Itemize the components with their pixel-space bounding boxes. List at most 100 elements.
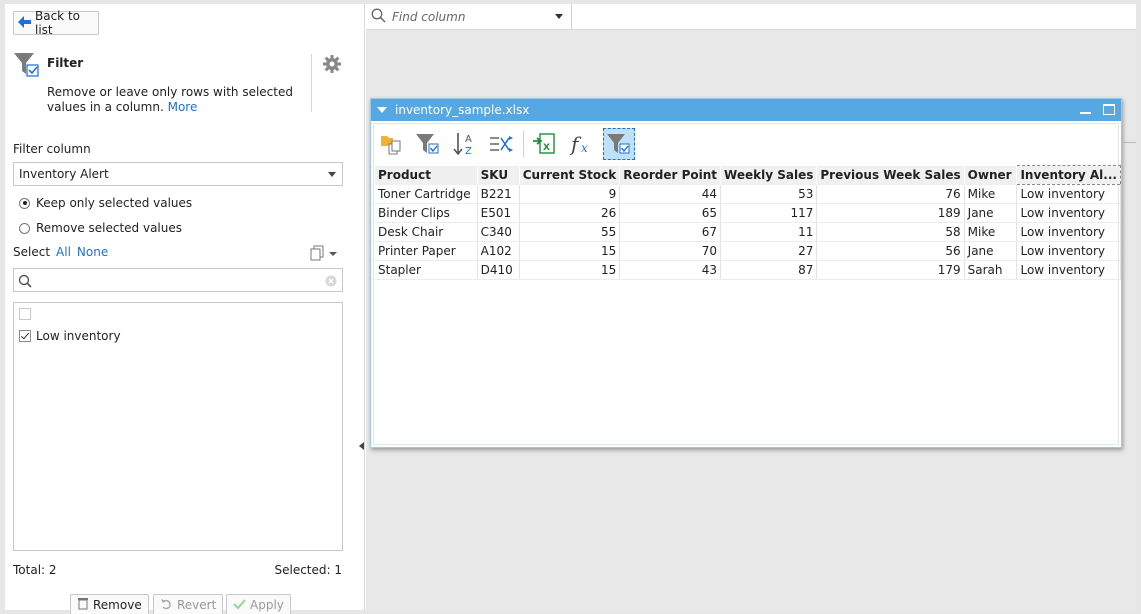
filter-title: Filter [47, 56, 84, 70]
table-cell[interactable]: 27 [720, 241, 818, 261]
column-header[interactable]: SKU [477, 165, 520, 185]
table-cell[interactable]: Jane [964, 241, 1018, 261]
back-to-list-label: Back to list [35, 9, 80, 37]
value-label: Low inventory [36, 329, 121, 343]
table-cell[interactable]: A102 [477, 241, 520, 261]
filter-tool-button[interactable] [412, 128, 444, 160]
table-row[interactable]: Stapler D410 15 43 87 179 Sarah Low inve… [375, 260, 1121, 280]
table-cell[interactable]: Sarah [964, 260, 1018, 280]
table-cell[interactable]: 26 [519, 203, 621, 223]
table-cell[interactable]: 9 [519, 184, 621, 204]
data-table[interactable]: Product SKU Current Stock Reorder Point … [375, 165, 1121, 280]
value-checkbox[interactable] [19, 308, 31, 320]
more-link[interactable]: More [168, 100, 198, 114]
table-cell[interactable]: Mike [964, 184, 1018, 204]
table-cell[interactable]: Low inventory [1016, 260, 1121, 280]
column-header[interactable]: Owner [964, 165, 1018, 185]
collapse-panel-icon[interactable] [359, 442, 364, 450]
apply-button[interactable]: Apply [226, 594, 291, 614]
table-cell[interactable]: 58 [816, 222, 965, 242]
select-none-link[interactable]: None [77, 245, 108, 259]
table-cell[interactable]: Printer Paper [375, 241, 478, 261]
remove-button[interactable]: Remove [70, 594, 149, 614]
table-cell[interactable]: D410 [477, 260, 520, 280]
search-icon [18, 274, 32, 288]
table-cell[interactable]: Desk Chair [375, 222, 478, 242]
table-cell[interactable]: 179 [816, 260, 965, 280]
select-label: Select [13, 245, 51, 259]
revert-button[interactable]: Revert [153, 594, 224, 614]
table-cell[interactable]: 189 [816, 203, 965, 223]
table-cell[interactable]: 15 [519, 241, 621, 261]
data-node-window[interactable]: inventory_sample.xlsx AZ X fx Product SK… [370, 98, 1122, 448]
filter-column-value: Inventory Alert [19, 167, 109, 181]
filter-active-button[interactable] [603, 128, 635, 160]
table-cell[interactable]: Low inventory [1016, 203, 1121, 223]
table-cell[interactable]: B221 [477, 184, 520, 204]
column-header[interactable]: Current Stock [519, 165, 621, 185]
excel-export-icon: X [533, 133, 555, 154]
table-cell[interactable]: C340 [477, 222, 520, 242]
maximize-icon[interactable] [1103, 104, 1115, 115]
value-checkbox[interactable] [19, 330, 31, 342]
table-cell[interactable]: Low inventory [1016, 241, 1121, 261]
node-header[interactable]: inventory_sample.xlsx [371, 99, 1121, 121]
table-cell[interactable]: 56 [816, 241, 965, 261]
table-cell[interactable]: Low inventory [1016, 222, 1121, 242]
table-cell[interactable]: 55 [519, 222, 621, 242]
column-header[interactable]: Previous Week Sales [816, 165, 965, 185]
radio-button[interactable] [19, 197, 30, 209]
minimize-icon[interactable] [1080, 112, 1091, 114]
column-header[interactable]: Weekly Sales [720, 165, 818, 185]
radio-button[interactable] [19, 222, 30, 234]
filter-column-select[interactable]: Inventory Alert [13, 162, 343, 186]
gear-icon[interactable] [322, 54, 342, 74]
filter-icon [13, 52, 41, 80]
sort-button[interactable]: AZ [449, 128, 481, 160]
reorder-columns-button[interactable] [486, 128, 518, 160]
remove-label: Remove [93, 598, 142, 612]
column-header[interactable]: Inventory Al... [1016, 165, 1121, 185]
export-excel-button[interactable]: X [529, 128, 561, 160]
formula-button[interactable]: fx [566, 128, 598, 160]
values-list[interactable]: Low inventory [13, 302, 343, 551]
column-header[interactable]: Product [375, 165, 478, 185]
table-cell[interactable]: Jane [964, 203, 1018, 223]
values-search-input[interactable] [13, 268, 343, 292]
table-cell[interactable]: 15 [519, 260, 621, 280]
chevron-down-icon[interactable] [555, 14, 563, 19]
table-cell[interactable]: 76 [816, 184, 965, 204]
back-to-list-button[interactable]: Back to list [13, 9, 99, 37]
table-row[interactable]: Printer Paper A102 15 70 27 56 Jane Low … [375, 241, 1121, 261]
table-cell[interactable]: Mike [964, 222, 1018, 242]
table-cell[interactable]: Stapler [375, 260, 478, 280]
table-cell[interactable]: 11 [720, 222, 818, 242]
table-cell[interactable]: 67 [619, 222, 722, 242]
table-cell[interactable]: 70 [619, 241, 722, 261]
table-row[interactable]: Toner Cartridge B221 9 44 53 76 Mike Low… [375, 184, 1121, 204]
table-row[interactable]: Desk Chair C340 55 67 11 58 Mike Low inv… [375, 222, 1121, 242]
table-cell[interactable]: 53 [720, 184, 818, 204]
table-cell[interactable]: E501 [477, 203, 520, 223]
open-file-button[interactable] [375, 128, 407, 160]
select-all-link[interactable]: All [56, 245, 71, 259]
copy-menu-icon[interactable] [310, 245, 340, 261]
table-cell[interactable]: Low inventory [1016, 184, 1121, 204]
table-cell[interactable]: Toner Cartridge [375, 184, 478, 204]
collapse-triangle-icon[interactable] [377, 107, 387, 113]
clear-icon[interactable] [325, 275, 337, 287]
table-cell[interactable]: 43 [619, 260, 722, 280]
radio-remove-selected[interactable]: Remove selected values [19, 221, 182, 235]
column-header[interactable]: Reorder Point [619, 165, 722, 185]
table-cell[interactable]: 117 [720, 203, 818, 223]
table-cell[interactable]: Binder Clips [375, 203, 478, 223]
table-cell[interactable]: 44 [619, 184, 722, 204]
find-column-input[interactable]: Find column [366, 4, 572, 29]
table-cell[interactable]: 87 [720, 260, 818, 280]
list-item[interactable] [19, 308, 36, 320]
radio-keep-selected[interactable]: Keep only selected values [19, 196, 192, 210]
sort-az-icon: AZ [453, 133, 472, 157]
table-row[interactable]: Binder Clips E501 26 65 117 189 Jane Low… [375, 203, 1121, 223]
list-item[interactable]: Low inventory [19, 329, 121, 343]
table-cell[interactable]: 65 [619, 203, 722, 223]
